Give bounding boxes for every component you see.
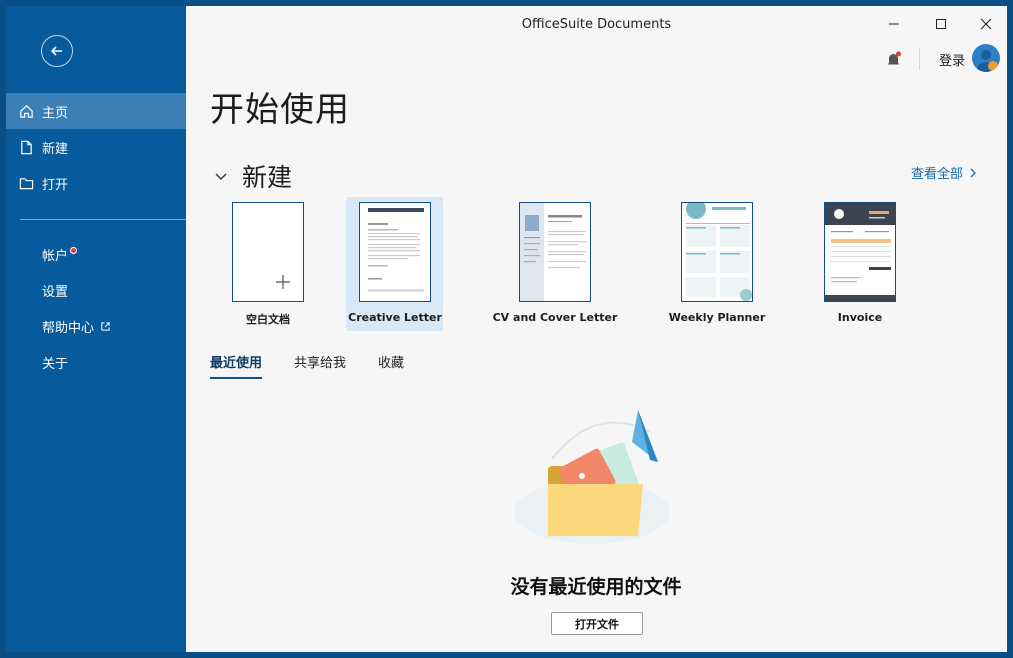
recent-tabs: 最近使用 共享给我 收藏 [210,352,436,379]
view-all-link[interactable]: 查看全部 [911,163,977,182]
external-link-icon [100,321,111,332]
user-icon [976,50,998,72]
sidebar-item-label: 打开 [42,177,69,193]
template-thumbnail [681,202,753,302]
sidebar-item-help[interactable]: 帮助中心 [6,308,186,344]
template-weekly-planner[interactable]: Weekly Planner [657,202,777,324]
minimize-icon [889,23,899,25]
maximize-button[interactable] [926,14,956,34]
maximize-icon [936,19,946,29]
sidebar-item-label: 关于 [42,356,69,372]
notification-dot [70,246,78,254]
template-thumbnail [359,202,431,302]
app-window: 主页 新建 打开 帐户 设置 帮助中心 关于 OfficeSuite Docum… [6,6,1007,652]
empty-folder-illustration [514,410,670,544]
tab-recent[interactable]: 最近使用 [210,352,263,379]
new-section-header: 新建 [214,158,292,194]
view-all-label: 查看全部 [911,167,964,182]
minimize-button[interactable] [879,14,909,34]
template-label: 空白文档 [246,313,290,326]
sidebar-item-account[interactable]: 帐户 [6,236,186,272]
template-thumbnail [232,202,304,302]
tab-shared[interactable]: 共享给我 [294,352,346,379]
login-link[interactable]: 登录 [939,50,965,69]
sidebar-item-label: 帮助中心 [42,320,95,336]
template-cv-cover-letter[interactable]: CV and Cover Letter [490,202,620,324]
sidebar-item-label: 设置 [42,284,69,300]
tab-favorites[interactable]: 收藏 [378,352,404,379]
sidebar-item-about[interactable]: 关于 [6,344,186,380]
template-thumbnail [519,202,591,302]
back-button[interactable] [41,35,73,67]
main-area: OfficeSuite Documents 登录 开始使用 新建 查看全部 空白… [186,6,1007,652]
chevron-right-icon [970,168,976,177]
header-divider [919,48,920,70]
page-title: 开始使用 [210,90,350,130]
sidebar-item-settings[interactable]: 设置 [6,272,186,308]
section-title: 新建 [242,163,293,192]
close-icon [980,18,992,30]
avatar[interactable] [972,44,1000,72]
sidebar-item-label: 帐户 [42,248,69,264]
new-document-icon [18,139,34,155]
sidebar-item-new[interactable]: 新建 [6,129,186,165]
open-file-button[interactable]: 打开文件 [551,612,643,635]
template-label: Weekly Planner [668,311,766,324]
template-creative-letter[interactable]: Creative Letter [340,202,450,324]
folder-icon [18,175,34,191]
sidebar-item-label: 新建 [42,141,69,157]
template-thumbnail [824,202,896,302]
sidebar-item-label: 主页 [42,105,69,121]
bell-icon [887,51,901,65]
template-label: CV and Cover Letter [492,311,618,324]
template-label: Creative Letter [348,311,442,324]
sidebar-item-open[interactable]: 打开 [6,165,186,201]
home-icon [18,103,34,119]
sidebar: 主页 新建 打开 帐户 设置 帮助中心 关于 [6,6,186,652]
template-label: Invoice [837,311,883,324]
template-invoice[interactable]: Invoice [800,202,920,324]
sidebar-divider [20,219,186,220]
plus-icon [276,275,290,289]
chevron-down-icon[interactable] [214,169,228,183]
arrow-left-icon [50,46,62,56]
sidebar-item-home[interactable]: 主页 [6,93,186,129]
close-button[interactable] [971,14,1001,34]
template-blank[interactable]: 空白文档 [208,202,328,327]
notification-button[interactable] [885,50,903,68]
empty-state-title: 没有最近使用的文件 [510,576,682,598]
